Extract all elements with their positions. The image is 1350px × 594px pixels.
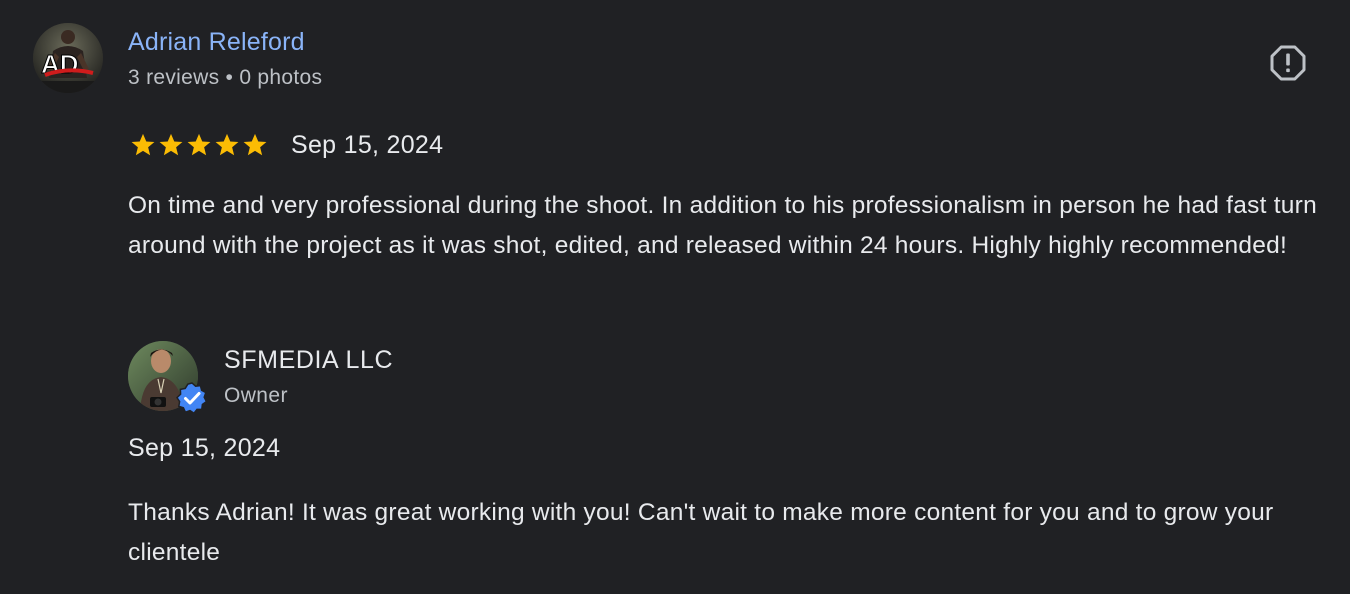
reviewer-meta: 3 reviews • 0 photos: [128, 66, 323, 89]
star-icon: [159, 133, 183, 156]
verified-check-icon: [176, 382, 208, 415]
owner-role-label: Owner: [224, 384, 288, 407]
review-card: AD Adrian Releford 3 reviews • 0 photos …: [0, 0, 1350, 594]
star-icon: [131, 133, 155, 156]
response-text: Thanks Adrian! It was great working with…: [128, 499, 1274, 566]
reviewer-name-link[interactable]: Adrian Releford: [128, 27, 305, 57]
review-date: Sep 15, 2024: [291, 131, 444, 159]
reviewer-photo-icon: AD: [33, 23, 103, 93]
response-date: Sep 15, 2024: [128, 434, 281, 462]
star-icon: [187, 133, 211, 156]
report-review-button[interactable]: [1266, 41, 1310, 85]
star-icon: [215, 133, 239, 156]
reviewer-avatar[interactable]: AD: [33, 23, 103, 93]
flag-report-icon: [1270, 45, 1306, 81]
star-icon: [243, 133, 267, 156]
verified-badge: [175, 381, 209, 415]
owner-name[interactable]: SFMEDIA LLC: [224, 345, 393, 375]
review-text: On time and very professional during the…: [128, 192, 1317, 259]
star-rating: [129, 131, 269, 159]
